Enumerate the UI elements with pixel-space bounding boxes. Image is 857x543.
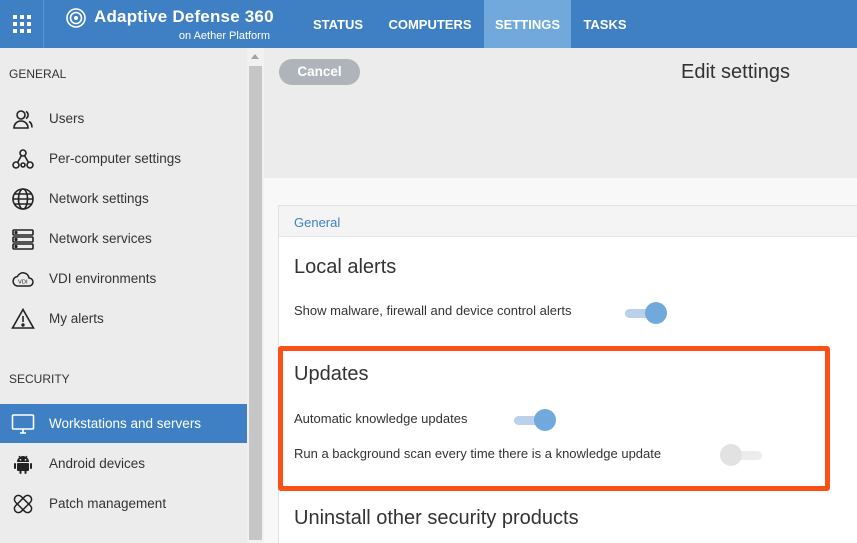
show-alerts-toggle[interactable] (623, 302, 667, 324)
settings-header: Cancel Edit settings (264, 48, 857, 178)
patch-icon (11, 492, 35, 516)
monitor-icon (11, 412, 35, 436)
sidebar-item-vdi-environments[interactable]: VDI VDI environments (0, 259, 247, 298)
uninstall-products-title: Uninstall other security products (294, 507, 579, 529)
sidebar-item-label: Per-computer settings (49, 151, 182, 166)
sidebar-item-android-devices[interactable]: Android devices (0, 444, 247, 483)
tab-tasks[interactable]: TASKS (575, 0, 635, 48)
svg-text:VDI: VDI (18, 279, 28, 285)
users-icon (11, 107, 35, 131)
warning-icon (11, 307, 35, 331)
sidebar-item-label: Network settings (49, 191, 149, 206)
sidebar-item-patch-management[interactable]: Patch management (0, 484, 247, 523)
scrollbar-thumb[interactable] (249, 66, 262, 540)
local-alerts-title: Local alerts (294, 256, 397, 278)
sidebar-scrollbar[interactable] (247, 48, 264, 543)
sidebar-heading-security: SECURITY (9, 372, 70, 386)
sidebar-item-my-alerts[interactable]: My alerts (0, 299, 247, 338)
sidebar-item-per-computer-settings[interactable]: Per-computer settings (0, 139, 247, 178)
sidebar-item-network-services[interactable]: Network services (0, 219, 247, 258)
sidebar-item-label: Patch management (49, 496, 167, 511)
scroll-up-arrow-icon[interactable] (251, 54, 259, 59)
network-nodes-icon (11, 147, 35, 171)
vdi-cloud-icon: VDI (11, 267, 35, 291)
tab-status[interactable]: STATUS (300, 0, 376, 48)
apps-menu-button[interactable] (0, 0, 44, 48)
page-title: Edit settings (681, 61, 790, 83)
sidebar-item-network-settings[interactable]: Network settings (0, 179, 247, 218)
apps-grid-icon (12, 15, 31, 33)
brand-name: Adaptive Defense 360 (94, 7, 274, 26)
brand-subtitle: on Aether Platform (178, 30, 270, 42)
tab-computers[interactable]: COMPUTERS (380, 0, 480, 48)
cancel-button[interactable]: Cancel (279, 59, 360, 85)
android-icon (11, 452, 35, 476)
settings-sidebar: GENERAL Users Per-computer settings Netw… (0, 48, 247, 543)
sidebar-item-label: VDI environments (49, 271, 157, 286)
sidebar-item-label: Android devices (49, 456, 146, 471)
tab-settings[interactable]: SETTINGS (484, 0, 571, 48)
sidebar-item-label: My alerts (49, 311, 104, 326)
updates-highlight-box (278, 346, 830, 491)
top-navigation-bar: Adaptive Defense 360 on Aether Platform … (0, 0, 857, 48)
sidebar-item-label: Users (49, 111, 85, 126)
server-icon (11, 227, 35, 251)
show-alerts-label: Show malware, firewall and device contro… (294, 303, 572, 318)
sidebar-item-label: Workstations and servers (49, 416, 202, 431)
sidebar-item-label: Network services (49, 231, 152, 246)
card-header: General (279, 206, 857, 237)
brand-logo-icon (66, 8, 86, 28)
globe-icon (11, 187, 35, 211)
sidebar-item-workstations-and-servers[interactable]: Workstations and servers (0, 404, 247, 443)
card-heading: General (294, 215, 341, 230)
sidebar-heading-general: GENERAL (9, 67, 67, 81)
sidebar-item-users[interactable]: Users (0, 99, 247, 138)
